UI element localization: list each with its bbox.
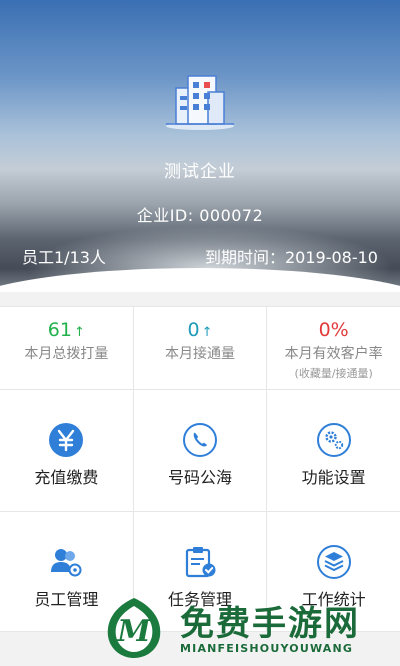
building-icon bbox=[166, 75, 234, 130]
gear-icon bbox=[316, 423, 351, 457]
svg-text:M: M bbox=[116, 614, 151, 649]
stat-value: 61 bbox=[47, 319, 72, 341]
yen-icon bbox=[49, 423, 84, 457]
watermark-subtitle: MIANFEISHOUYOUWANG bbox=[180, 642, 354, 655]
stat-value: 0 bbox=[187, 319, 200, 341]
phone-icon bbox=[183, 423, 217, 457]
layers-icon bbox=[316, 545, 351, 579]
header-banner: 测试企业 企业ID: 000072 员工1/13人 到期时间：2019-08-1… bbox=[0, 0, 400, 292]
stat-sublabel: (收藏量/接通量) bbox=[294, 367, 373, 380]
dashboard-grid: 61 ↑ 本月总拨打量 0 ↑ 本月接通量 0% 本月有效客户率 (收藏量/接通量)… bbox=[0, 306, 400, 632]
up-arrow-icon: ↑ bbox=[201, 325, 213, 340]
number-pool-button[interactable]: 号码公海 bbox=[134, 390, 268, 511]
site-watermark: M 免费手游网 MIANFEISHOUYOUWANG bbox=[104, 596, 396, 662]
settings-button[interactable]: 功能设置 bbox=[267, 390, 400, 511]
stat-label: 本月总拨打量 bbox=[24, 346, 109, 362]
company-name: 测试企业 bbox=[164, 162, 236, 182]
employee-count: 员工1/13人 bbox=[22, 248, 106, 267]
watermark-logo-icon: M bbox=[107, 598, 161, 658]
recharge-button[interactable]: 充值缴费 bbox=[0, 390, 134, 511]
stats-row: 61 ↑ 本月总拨打量 0 ↑ 本月接通量 0% 本月有效客户率 (收藏量/接通量) bbox=[0, 306, 400, 390]
function-label: 功能设置 bbox=[301, 468, 366, 487]
stat-effective-rate[interactable]: 0% 本月有效客户率 (收藏量/接通量) bbox=[267, 307, 400, 389]
up-arrow-icon: ↑ bbox=[73, 325, 85, 340]
watermark-title: 免费手游网 bbox=[180, 604, 360, 644]
function-row: 充值缴费 号码公海 功能设置 bbox=[0, 390, 400, 512]
task-icon bbox=[185, 547, 216, 578]
users-icon bbox=[51, 549, 82, 577]
company-id: 企业ID: 000072 bbox=[136, 206, 264, 225]
stat-connected-calls[interactable]: 0 ↑ 本月接通量 bbox=[134, 307, 268, 389]
stat-value: 0% bbox=[318, 319, 349, 341]
expiry-date: 到期时间：2019-08-10 bbox=[205, 248, 378, 267]
function-label: 充值缴费 bbox=[34, 468, 99, 487]
stat-label: 本月有效客户率 bbox=[284, 346, 383, 362]
stat-label: 本月接通量 bbox=[165, 346, 235, 362]
function-label: 号码公海 bbox=[168, 468, 233, 487]
stat-total-calls[interactable]: 61 ↑ 本月总拨打量 bbox=[0, 307, 134, 389]
